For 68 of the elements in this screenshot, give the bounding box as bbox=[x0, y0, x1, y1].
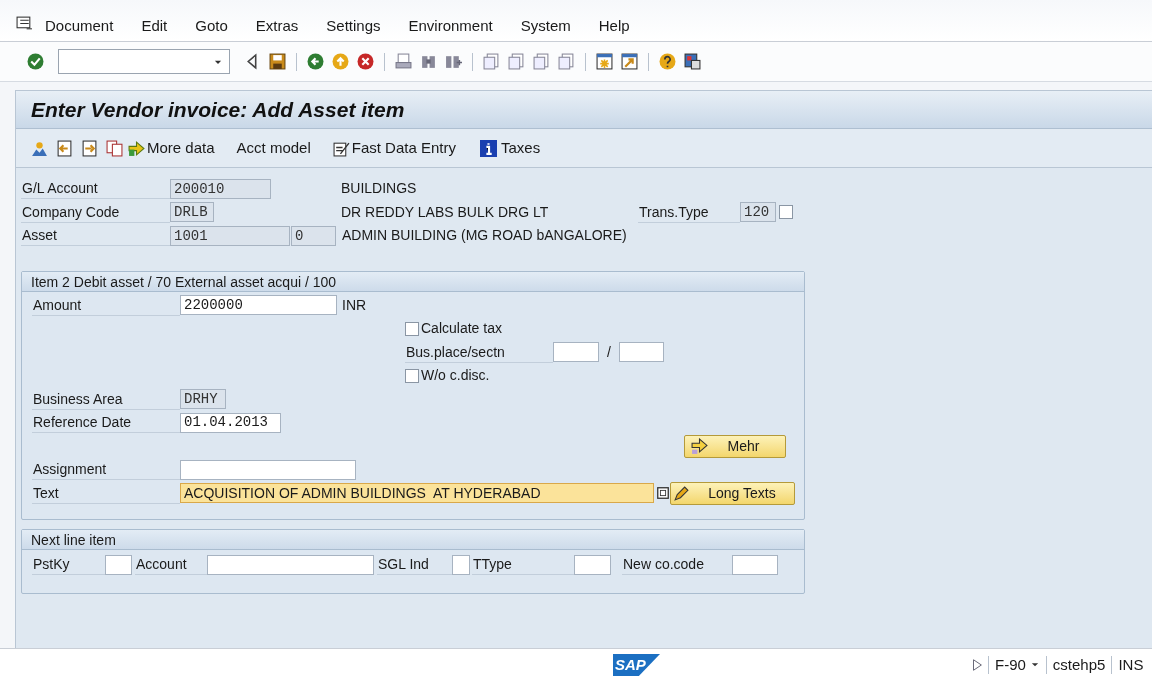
field-description: ADMIN BUILDING (MG ROAD bANGALORE) bbox=[342, 226, 627, 246]
input-field[interactable] bbox=[574, 554, 611, 575]
server-label: cstehp5 bbox=[1052, 654, 1106, 675]
more-button[interactable]: Mehr bbox=[684, 434, 786, 458]
group-title: Next line item bbox=[22, 530, 804, 550]
copy-icon[interactable] bbox=[106, 139, 123, 157]
menu-item[interactable]: Document bbox=[45, 13, 114, 39]
next-document-icon[interactable] bbox=[81, 139, 98, 157]
sap-logo: SAP bbox=[613, 654, 660, 676]
toolbar-button[interactable]: Fast Data Entry bbox=[331, 136, 457, 160]
input-field[interactable]: 2200000 bbox=[180, 295, 337, 316]
save-icon[interactable] bbox=[269, 53, 286, 70]
display-field: 120 bbox=[740, 202, 776, 223]
play-icon[interactable] bbox=[970, 658, 984, 672]
help-icon[interactable] bbox=[659, 53, 676, 70]
shortcut-icon[interactable] bbox=[621, 53, 638, 70]
print-icon[interactable] bbox=[395, 53, 412, 70]
separator-label: / bbox=[607, 342, 611, 362]
input-field[interactable] bbox=[732, 554, 778, 575]
field-description: BUILDINGS bbox=[341, 179, 417, 199]
display-field: 1001 bbox=[170, 225, 290, 246]
toolbar-button[interactable]: More data bbox=[127, 136, 216, 160]
input-field[interactable] bbox=[180, 459, 356, 480]
screen-title: Enter Vendor invoice: Add Asset item bbox=[31, 96, 405, 123]
menu-item[interactable]: Environment bbox=[408, 13, 493, 39]
cancel-icon[interactable] bbox=[357, 53, 374, 70]
field-description: DR REDDY LABS BULK DRG LT bbox=[341, 202, 550, 222]
currency-label: INR bbox=[342, 295, 367, 315]
pencil-icon bbox=[673, 484, 690, 502]
arrow-icon bbox=[128, 139, 145, 157]
person-icon[interactable] bbox=[31, 139, 48, 157]
previous-document-icon[interactable] bbox=[56, 139, 73, 157]
checkbox[interactable] bbox=[779, 205, 793, 220]
toolbar-button[interactable]: Acct model bbox=[235, 136, 312, 160]
input-mode-label: INS bbox=[1118, 654, 1144, 675]
display-field: 0 bbox=[291, 225, 336, 246]
enter-icon[interactable] bbox=[27, 53, 44, 70]
window-menu-icon[interactable] bbox=[16, 15, 33, 32]
input-field[interactable] bbox=[553, 342, 599, 363]
menu-item[interactable]: Settings bbox=[326, 13, 381, 39]
checkbox[interactable] bbox=[405, 321, 419, 336]
menu-item[interactable]: Extras bbox=[255, 13, 299, 39]
input-field[interactable]: 01.04.2013 bbox=[180, 412, 281, 433]
display-field: 200010 bbox=[170, 178, 271, 199]
long-texts-button[interactable]: Long Texts bbox=[670, 481, 795, 505]
checkbox[interactable] bbox=[405, 368, 419, 383]
input-field[interactable] bbox=[452, 554, 470, 575]
menu-item[interactable]: System bbox=[520, 13, 571, 39]
menu-item[interactable]: Edit bbox=[141, 13, 168, 39]
menu-item[interactable]: Goto bbox=[195, 13, 228, 39]
multiselect-icon[interactable] bbox=[656, 486, 670, 501]
group-title: Item 2 Debit asset / 70 External asset acqui / 100 bbox=[22, 271, 804, 292]
input-field[interactable] bbox=[105, 554, 132, 575]
toolbar-button[interactable]: Taxes bbox=[478, 136, 542, 160]
command-field[interactable] bbox=[58, 49, 230, 74]
arrow-icon bbox=[691, 437, 708, 455]
input-field[interactable] bbox=[207, 554, 374, 575]
checkbox-label: W/o c.disc. bbox=[421, 366, 490, 386]
menu-item[interactable]: Help bbox=[598, 13, 630, 39]
transaction-label[interactable]: F-90 bbox=[995, 653, 1040, 677]
input-field[interactable]: ACQUISITION OF ADMIN BUILDINGS AT HYDERABAD bbox=[180, 483, 654, 504]
checkbox-label: Calculate tax bbox=[421, 319, 502, 339]
display-field: DRHY bbox=[180, 389, 226, 410]
display-field: DRLB bbox=[170, 202, 214, 223]
input-field[interactable] bbox=[618, 342, 664, 363]
info-icon bbox=[479, 139, 497, 157]
new-session-icon[interactable] bbox=[596, 53, 613, 70]
back-icon[interactable] bbox=[307, 53, 324, 70]
